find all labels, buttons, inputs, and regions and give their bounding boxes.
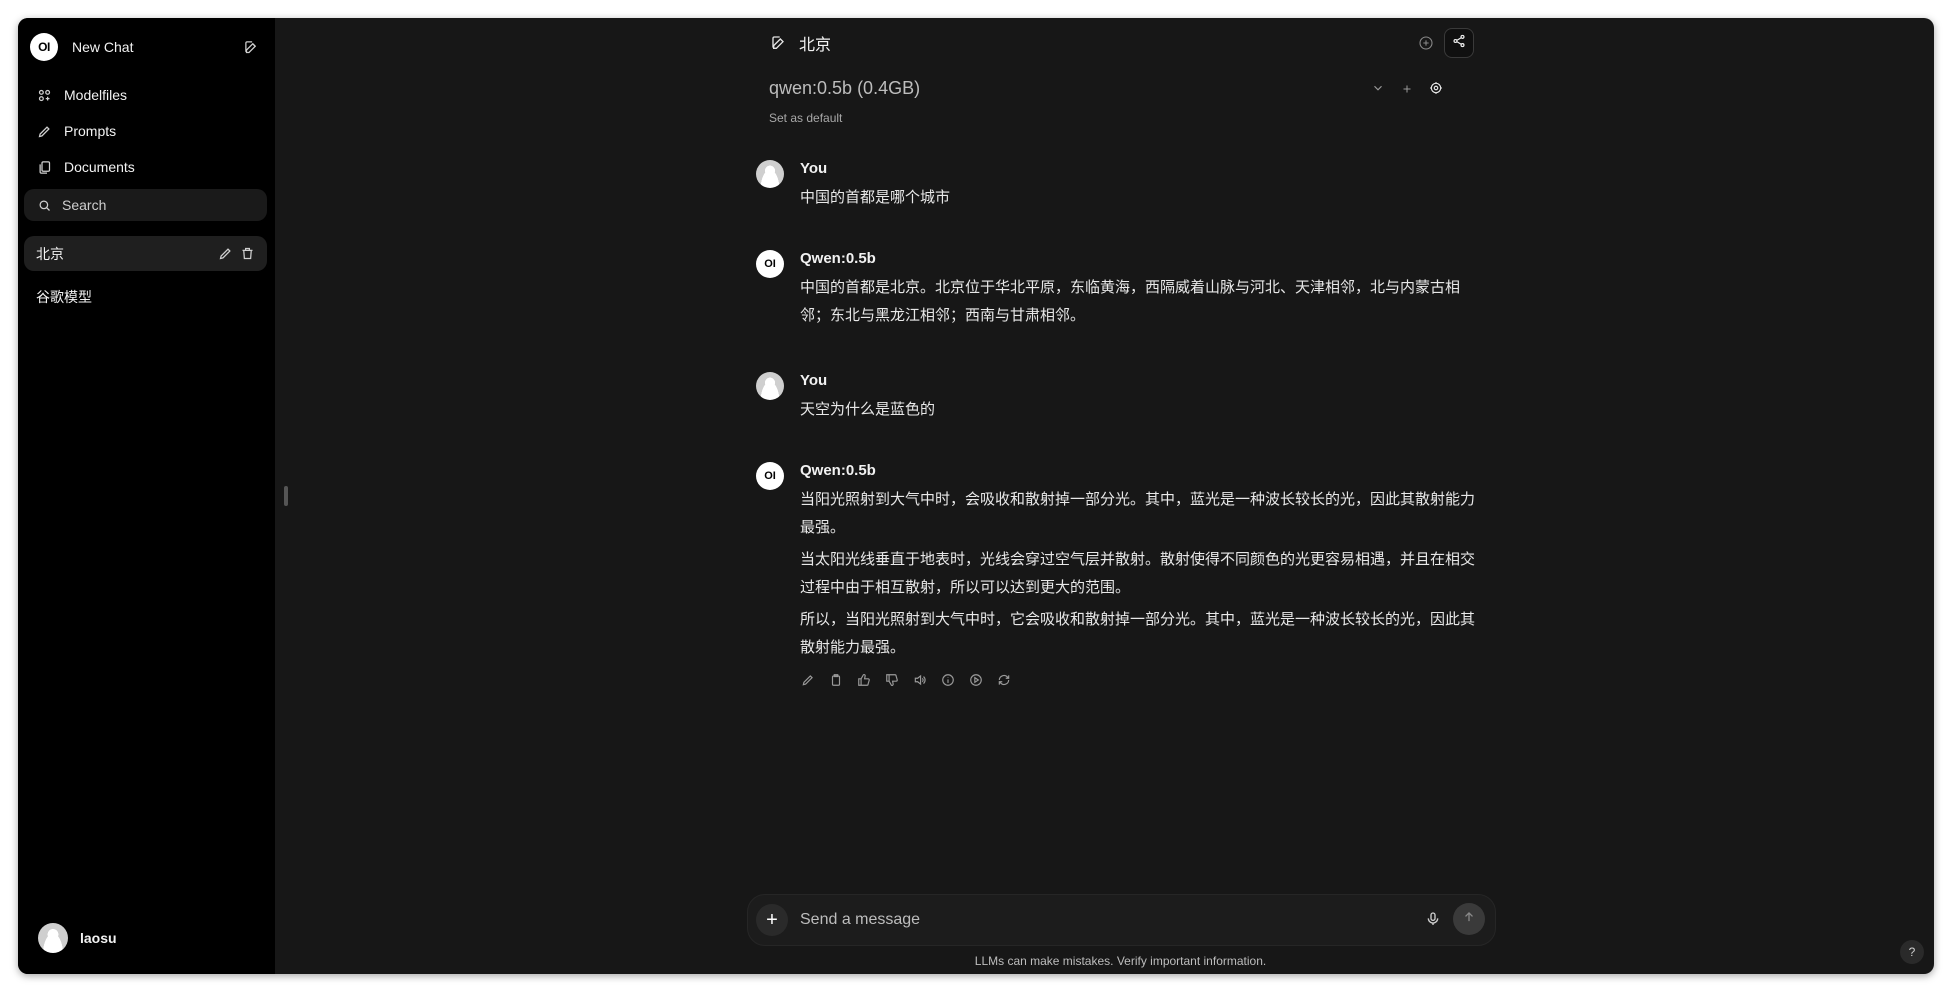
arrow-up-icon (1462, 910, 1476, 929)
user-name: laosu (80, 930, 117, 946)
new-chat-label: New Chat (72, 39, 134, 55)
user-avatar (756, 160, 784, 188)
modelfiles-icon (36, 87, 52, 103)
message-body: 天空为什么是蓝色的 (800, 396, 1480, 428)
message-actions (799, 671, 1013, 689)
model-controls (1371, 81, 1443, 100)
message-text: 中国的首都是哪个城市 (800, 189, 951, 206)
microphone-icon[interactable] (1425, 910, 1441, 933)
regenerate-icon[interactable] (995, 671, 1013, 689)
message-input[interactable] (798, 910, 1402, 930)
edit-title-icon[interactable] (771, 35, 787, 51)
message-text: 当太阳光线垂直于地表时，光线会穿过空气层并散射。散射使得不同颜色的光更容易相遇，… (800, 551, 1476, 596)
delete-chat-icon[interactable] (239, 246, 255, 262)
help-button[interactable]: ? (1900, 940, 1924, 964)
play-icon[interactable] (967, 671, 985, 689)
message-assistant: OI Qwen:0.5b 当阳光照射到大气中时，会吸收和散射掉一部分光。其中，蓝… (756, 462, 1476, 672)
compose-icon[interactable] (243, 39, 259, 55)
message-text: 当阳光照射到大气中时，会吸收和散射掉一部分光。其中，蓝光是一种波长较长的光，因此… (800, 491, 1476, 536)
message-author: You (800, 372, 828, 389)
share-icon (1452, 34, 1466, 53)
nav-modelfiles[interactable]: Modelfiles (36, 82, 127, 108)
documents-icon (36, 159, 52, 175)
nav-label: Prompts (64, 123, 117, 139)
chat-title: 北京 (799, 37, 832, 54)
edit-chat-icon[interactable] (217, 246, 233, 262)
attach-button[interactable]: + (756, 904, 788, 936)
header-actions (1418, 28, 1474, 58)
message-body: 中国的首都是哪个城市 (800, 184, 1480, 216)
gear-icon[interactable] (1429, 81, 1443, 100)
sidebar: OI New Chat Modelfiles Prompts Documents (18, 18, 275, 974)
nav-documents[interactable]: Documents (36, 154, 135, 180)
chat-item-active[interactable]: 北京 (24, 236, 267, 271)
edit-icon[interactable] (799, 671, 817, 689)
send-button[interactable] (1453, 903, 1485, 935)
user-avatar (756, 372, 784, 400)
chat-item[interactable]: 谷歌模型 (36, 284, 92, 310)
nav-prompts[interactable]: Prompts (36, 118, 116, 144)
message-body: 当阳光照射到大气中时，会吸收和散射掉一部分光。其中，蓝光是一种波长较长的光，因此… (800, 486, 1480, 666)
plus-icon: + (766, 908, 778, 931)
main-panel: 北京 qwen:0.5b (0.4GB) Set as default You … (275, 18, 1934, 974)
message-user: You 中国的首都是哪个城市 (756, 160, 1476, 216)
message-text: 所以，当阳光照射到大气中时，它会吸收和散射掉一部分光。其中，蓝光是一种波长较长的… (800, 611, 1476, 656)
message-author: Qwen:0.5b (800, 462, 876, 479)
message-author: Qwen:0.5b (800, 250, 876, 267)
chat-item-title: 北京 (36, 245, 64, 262)
message-author: You (800, 160, 828, 177)
assistant-logo-icon: OI (756, 462, 784, 490)
thumbs-down-icon[interactable] (883, 671, 901, 689)
pencil-icon (36, 123, 52, 139)
message-user: You 天空为什么是蓝色的 (756, 372, 1476, 428)
thumbs-up-icon[interactable] (855, 671, 873, 689)
search-placeholder: Search (62, 197, 107, 213)
disclaimer-text: LLMs can make mistakes. Verify important… (974, 954, 1267, 968)
search-icon (36, 197, 52, 213)
message-assistant: OI Qwen:0.5b 中国的首都是北京。北京位于华北平原，东临黄海，西隔威着… (756, 250, 1476, 336)
model-selector[interactable]: qwen:0.5b (0.4GB) (769, 78, 920, 99)
openwebui-logo-icon: OI (30, 33, 58, 61)
copy-icon[interactable] (827, 671, 845, 689)
new-chat-row[interactable]: OI New Chat (30, 32, 263, 62)
sidebar-resize-handle[interactable] (284, 486, 288, 506)
message-text: 中国的首都是北京。北京位于华北平原，东临黄海，西隔威着山脉与河北、天津相邻，北与… (800, 279, 1461, 324)
assistant-logo-icon: OI (756, 250, 784, 278)
user-menu[interactable]: laosu (38, 922, 117, 954)
chevron-down-icon[interactable] (1371, 81, 1385, 100)
message-body: 中国的首都是北京。北京位于华北平原，东临黄海，西隔威着山脉与河北、天津相邻，北与… (800, 274, 1480, 334)
set-default-link[interactable]: Set as default (769, 111, 842, 125)
nav-label: Documents (64, 159, 135, 175)
search-box[interactable]: Search (24, 189, 267, 221)
chat-item-title: 谷歌模型 (36, 289, 92, 305)
message-composer: + (747, 894, 1496, 946)
nav-label: Modelfiles (64, 87, 128, 103)
info-icon[interactable] (939, 671, 957, 689)
speaker-icon[interactable] (911, 671, 929, 689)
user-avatar (38, 923, 68, 953)
sparkle-icon[interactable] (1418, 35, 1434, 51)
app-window: OI New Chat Modelfiles Prompts Documents (18, 18, 1934, 974)
share-button[interactable] (1444, 28, 1474, 58)
add-model-icon[interactable] (1401, 82, 1413, 100)
message-text: 天空为什么是蓝色的 (800, 401, 936, 418)
chat-header: 北京 (771, 31, 831, 55)
